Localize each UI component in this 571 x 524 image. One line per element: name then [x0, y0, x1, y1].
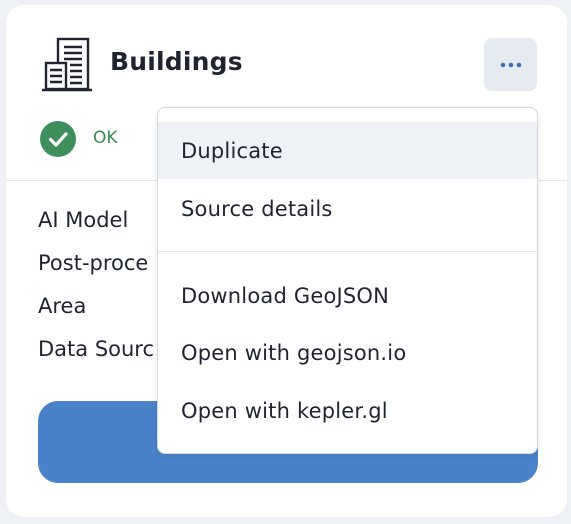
ai-model-label: AI Model: [38, 208, 129, 232]
menu-separator: [158, 251, 537, 252]
data-source-label: Data Sourc: [38, 337, 155, 361]
menu-item-label: Source details: [181, 196, 333, 221]
menu-item-open-geojson-io[interactable]: Open with geojson.io: [158, 324, 537, 381]
menu-item-source-details[interactable]: Source details: [158, 180, 537, 237]
options-dropdown-menu: Duplicate Source details Download GeoJSO…: [157, 107, 538, 454]
menu-item-label: Open with kepler.gl: [181, 398, 388, 423]
more-horizontal-icon: [500, 62, 521, 67]
area-label: Area: [38, 294, 87, 318]
buildings-icon: [42, 37, 92, 92]
menu-item-label: Download GeoJSON: [181, 283, 390, 308]
menu-item-label: Duplicate: [181, 138, 283, 163]
menu-item-open-kepler-gl[interactable]: Open with kepler.gl: [158, 382, 537, 439]
status-label: OK: [93, 128, 118, 148]
more-options-button[interactable]: [484, 38, 537, 91]
post-processing-label: Post-proce: [38, 251, 149, 275]
menu-item-download-geojson[interactable]: Download GeoJSON: [158, 267, 537, 324]
card-title: Buildings: [110, 47, 243, 76]
menu-item-label: Open with geojson.io: [181, 340, 407, 365]
menu-item-duplicate[interactable]: Duplicate: [158, 122, 537, 179]
check-circle-icon: [40, 121, 76, 157]
